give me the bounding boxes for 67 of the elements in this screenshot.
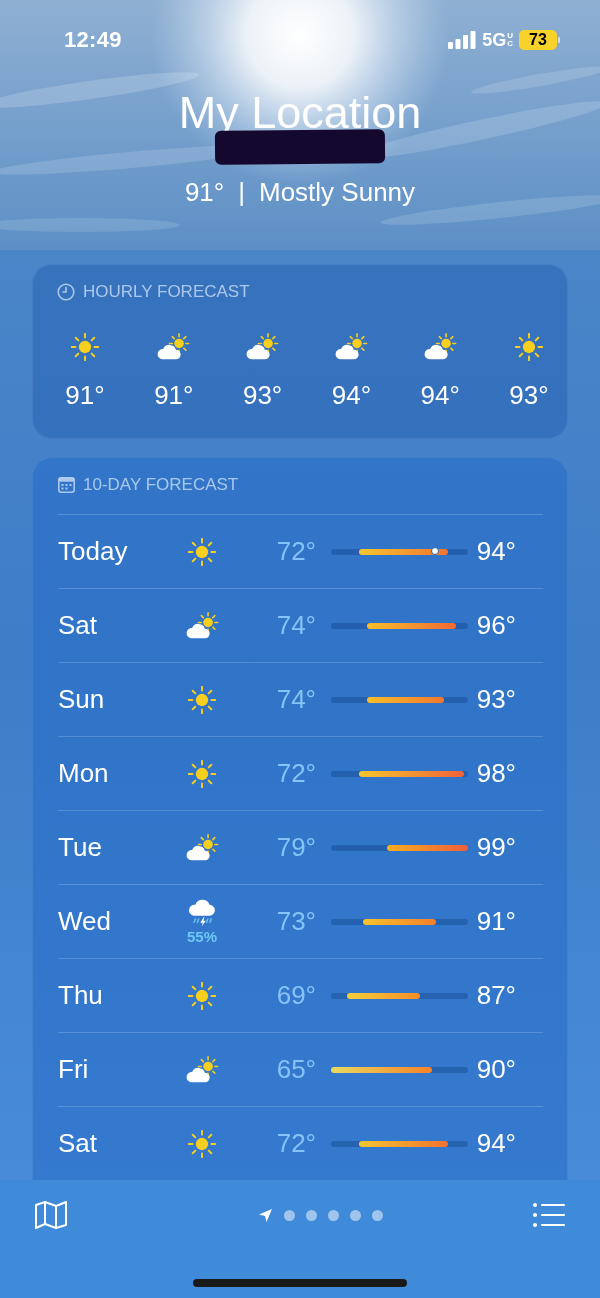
sun-icon [188, 685, 216, 714]
location-arrow-icon[interactable] [257, 1207, 273, 1223]
calendar-icon [58, 477, 75, 493]
sun-behind-cloud-icon [156, 333, 192, 361]
separator: | [238, 177, 245, 207]
day-label: Sat [58, 1128, 99, 1159]
day-label: Wed [58, 906, 112, 937]
page-dot[interactable] [327, 1209, 339, 1221]
clock-time: 12:49 [64, 27, 122, 53]
day-label: Sun [58, 684, 106, 715]
low-temperature: 72° [275, 536, 316, 567]
sun-icon [188, 981, 216, 1010]
sun-icon [188, 537, 216, 566]
sun-icon [188, 759, 216, 788]
section-title: HOURLY FORECAST [83, 282, 250, 302]
low-temperature: 79° [275, 832, 316, 863]
day-label: Tue [58, 832, 103, 863]
signal-icon [448, 31, 477, 49]
day-label: Today [58, 536, 129, 567]
low-temperature: 72° [275, 1128, 316, 1159]
high-temperature: 96° [475, 610, 516, 641]
high-temperature: 99° [475, 832, 516, 863]
page-dot[interactable] [305, 1209, 317, 1221]
page-dot[interactable] [349, 1209, 361, 1221]
battery-icon: 73 [519, 30, 560, 50]
low-temperature: 72° [275, 758, 316, 789]
page-dot[interactable] [371, 1209, 383, 1221]
high-temperature: 94° [475, 1128, 516, 1159]
hourly-temperature: 94° [331, 380, 372, 410]
high-temperature: 91° [475, 906, 516, 937]
low-temperature: 74° [275, 610, 316, 641]
hourly-temperature: 91° [65, 380, 105, 410]
condition-text: Mostly Sunny [259, 177, 416, 207]
current-temperature: 91° [184, 177, 225, 207]
low-temperature: 73° [275, 906, 316, 937]
sun-icon [71, 333, 99, 361]
hourly-temperature: 94° [420, 380, 460, 410]
day-label: Mon [58, 758, 110, 789]
list-icon[interactable] [532, 1202, 566, 1228]
day-label: Fri [58, 1054, 90, 1085]
page-dot[interactable] [283, 1209, 295, 1221]
sun-behind-cloud-icon [245, 333, 281, 361]
clock-icon [57, 283, 75, 301]
high-temperature: 98° [475, 758, 516, 789]
sun-behind-cloud-icon [333, 333, 369, 361]
day-label: Sat [58, 610, 99, 641]
sun-behind-cloud-icon [184, 833, 220, 862]
map-icon[interactable] [34, 1200, 68, 1230]
high-temperature: 94° [475, 536, 516, 567]
low-temperature: 69° [275, 980, 316, 1011]
hourly-temperature: 93° [509, 380, 549, 410]
hourly-temperature: 91° [154, 380, 194, 410]
sun-behind-cloud-icon [422, 333, 458, 361]
section-title: 10-DAY FORECAST [83, 475, 239, 495]
day-label: Thu [58, 980, 104, 1011]
low-temperature: 65° [275, 1054, 316, 1085]
high-temperature: 90° [475, 1054, 516, 1085]
sun-behind-cloud-icon [184, 611, 220, 640]
location-title: My Location [178, 88, 422, 138]
high-temperature: 93° [475, 684, 516, 715]
sun-icon [515, 333, 543, 361]
high-temperature: 87° [475, 980, 516, 1011]
low-temperature: 74° [275, 684, 316, 715]
sun-icon [188, 1129, 216, 1158]
sun-behind-cloud-icon [184, 1055, 220, 1084]
hourly-temperature: 93° [242, 380, 283, 410]
precipitation-chance: 55% [187, 928, 217, 945]
